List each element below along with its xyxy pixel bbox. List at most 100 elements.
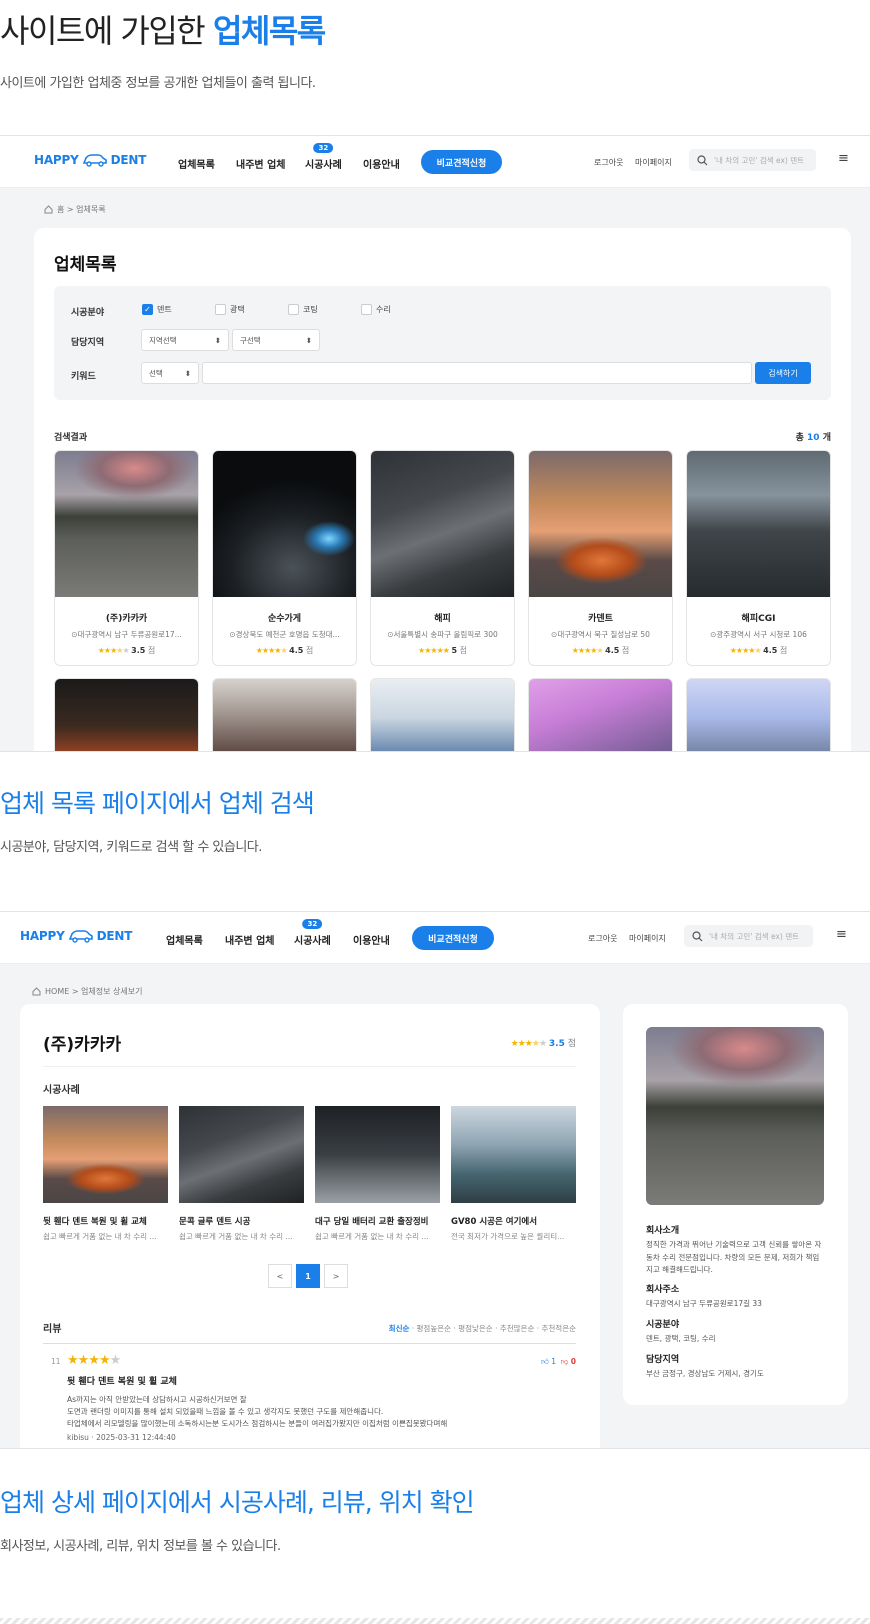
checkbox-label: 광택	[230, 305, 245, 314]
sort-option[interactable]: 추천적은순	[542, 1324, 577, 1333]
case-title[interactable]: 문콕 글루 덴트 시공	[179, 1215, 250, 1227]
menu-icon[interactable]: ≡	[838, 151, 849, 166]
keyword-type-select[interactable]: 선택 ⬍	[141, 362, 199, 384]
quote-request-button[interactable]: 비교견적신청	[421, 150, 502, 174]
nav-cases[interactable]: 시공사례 32	[294, 919, 331, 947]
checkbox-box	[361, 304, 372, 315]
case-image[interactable]	[315, 1106, 440, 1203]
nav-nearby[interactable]: 내주변 업체	[236, 156, 285, 171]
logout-link[interactable]: 로그아웃	[594, 157, 623, 168]
nav-cases[interactable]: 시공사례 32	[305, 143, 342, 171]
company-card-partial[interactable]	[212, 678, 357, 751]
search-button[interactable]: 검색하기	[755, 362, 811, 384]
sort-option[interactable]: 평점높은순	[417, 1324, 452, 1333]
checkbox-label: 덴트	[157, 305, 172, 314]
breadcrumb: 홈 > 업체목록	[44, 204, 106, 215]
checkbox-dent[interactable]: ✓ 덴트	[142, 304, 172, 315]
case-title[interactable]: 뒷 휀다 덴트 복원 및 휠 교체	[43, 1215, 147, 1227]
section-subtitle: 시공분야, 담당지역, 키워드로 검색 할 수 있습니다.	[0, 840, 262, 855]
region-select[interactable]: 지역선택 ⬍	[141, 329, 229, 351]
logo[interactable]: HAPPY DENT	[34, 153, 146, 167]
stars-full: ★★★	[97, 646, 117, 655]
nav-company-list[interactable]: 업체목록	[178, 156, 215, 171]
menu-icon[interactable]: ≡	[836, 927, 847, 942]
quote-request-button[interactable]: 비교견적신청	[412, 926, 494, 950]
star-icon: ★★★★★	[730, 646, 762, 655]
header-search[interactable]: '내 차의 고민' 검색 ex) 덴트	[689, 149, 816, 171]
company-image	[529, 451, 672, 597]
logout-link[interactable]: 로그아웃	[588, 933, 617, 944]
sort-option[interactable]: 추천많은순	[500, 1324, 535, 1333]
company-card-partial[interactable]	[528, 678, 673, 751]
thumbs-up-icon[interactable]: 👍︎	[541, 1357, 549, 1366]
company-card-partial[interactable]	[370, 678, 515, 751]
checkbox-repair[interactable]: 수리	[361, 304, 391, 315]
review-text: As까지는 아직 안받았는데 상담하시고 시공하신거보면 잘	[67, 1395, 247, 1404]
mypage-link[interactable]: 마이페이지	[635, 157, 672, 168]
cases-title: 시공사례	[43, 1085, 80, 1096]
field-label: 시공분야	[71, 308, 105, 318]
case-image[interactable]	[179, 1106, 304, 1203]
address-text: 경상북도 예천군 호명읍 도청대...	[235, 630, 340, 639]
company-card[interactable]: (주)카카카 ⊙대구광역시 남구 두류공원로17... ★★★★★ 3.5 점	[54, 450, 199, 666]
stars-half: ★	[116, 646, 123, 655]
search-placeholder: '내 차의 고민' 검색 ex) 덴트	[709, 931, 799, 941]
header-search[interactable]: '내 차의 고민' 검색 ex) 덴트	[684, 925, 813, 947]
region-text: 부산 금정구, 경상남도 거제시, 경기도	[646, 1369, 764, 1378]
star-icon: ★★★★★	[67, 1353, 121, 1368]
company-card[interactable]: 해피 ⊙서울특별시 송파구 올림픽로 300 ★★★★★ 5 점	[370, 450, 515, 666]
mypage-link[interactable]: 마이페이지	[629, 933, 666, 944]
rating-value: 3.5	[548, 1039, 565, 1049]
company-main-image	[646, 1027, 824, 1205]
company-card-partial[interactable]	[686, 678, 831, 751]
search-icon	[692, 930, 703, 941]
nav-nearby[interactable]: 내주변 업체	[225, 932, 274, 947]
rating-unit: 점	[147, 646, 156, 655]
case-image[interactable]	[451, 1106, 576, 1203]
checkbox-box	[288, 304, 299, 315]
field-text: 덴트, 광택, 코팅, 수리	[646, 1334, 716, 1343]
keyword-input[interactable]	[202, 362, 752, 384]
case-title[interactable]: 대구 당일 배터리 교환 출장정비	[315, 1215, 429, 1227]
pager-next[interactable]: >	[324, 1264, 348, 1288]
site-header: HAPPY DENT 업체목록 내주변 업체 시공사례 32 이용안내 비교견적신…	[0, 912, 870, 964]
nav-guide[interactable]: 이용안내	[353, 932, 390, 947]
logo[interactable]: HAPPY DENT	[20, 929, 132, 943]
nav-company-list[interactable]: 업체목록	[166, 932, 203, 947]
region-label: 담당지역	[71, 338, 105, 348]
logo-right: DENT	[110, 153, 147, 167]
side-panel: 회사소개 정직한 가격과 뛰어난 기술력으로 고객 신뢰를 쌓아온 자동차 수리…	[623, 1004, 848, 1405]
checkbox-label: 수리	[376, 305, 391, 314]
checkbox-polish[interactable]: 광택	[215, 304, 245, 315]
sort-option[interactable]: 최신순	[389, 1324, 410, 1333]
checkbox-coating[interactable]: 코팅	[288, 304, 318, 315]
stars-half: ★	[280, 646, 287, 655]
result-label: 검색결과	[54, 433, 88, 443]
company-card[interactable]: 카덴트 ⊙대구광역시 북구 칠성남로 50 ★★★★★ 4.5 점	[528, 450, 673, 666]
search-icon	[697, 154, 708, 165]
region-heading: 담당지역	[646, 1355, 680, 1365]
section-title-highlight: 업체목록	[212, 12, 326, 50]
keyword-label: 키워드	[71, 372, 96, 382]
star-icon: ★★★★★	[572, 646, 604, 655]
thumbs-down-icon[interactable]: 👎︎	[561, 1357, 569, 1366]
company-card[interactable]: 해피CGI ⊙광주광역시 서구 시청로 106 ★★★★★ 4.5 점	[686, 450, 831, 666]
pager-current[interactable]: 1	[296, 1264, 320, 1288]
company-card-partial[interactable]	[54, 678, 199, 751]
address-heading: 회사주소	[646, 1285, 680, 1295]
company-address: ⊙대구광역시 북구 칠성남로 50	[551, 630, 650, 639]
detail-panel: (주)카카카 ★★★★★ 3.5 점 시공사례 뒷 휀다 덴트 복원 및 휠 교…	[20, 1004, 600, 1448]
intro-heading: 회사소개	[646, 1226, 680, 1236]
total-prefix: 총	[795, 433, 804, 443]
nav-guide[interactable]: 이용안내	[363, 156, 400, 171]
company-image	[687, 451, 830, 597]
stars-full: ★★★★	[255, 646, 282, 655]
pager-prev[interactable]: <	[268, 1264, 292, 1288]
stars-half: ★	[754, 646, 761, 655]
case-title[interactable]: GV80 시공은 여기에서	[451, 1215, 537, 1227]
district-select[interactable]: 구선택 ⬍	[232, 329, 320, 351]
case-desc: 전국 최저가 가격으로 높은 퀄리티...	[451, 1232, 565, 1241]
company-card[interactable]: 순수가게 ⊙경상북도 예천군 호명읍 도청대... ★★★★★ 4.5 점	[212, 450, 357, 666]
case-image[interactable]	[43, 1106, 168, 1203]
sort-option[interactable]: 평점낮은순	[458, 1324, 493, 1333]
